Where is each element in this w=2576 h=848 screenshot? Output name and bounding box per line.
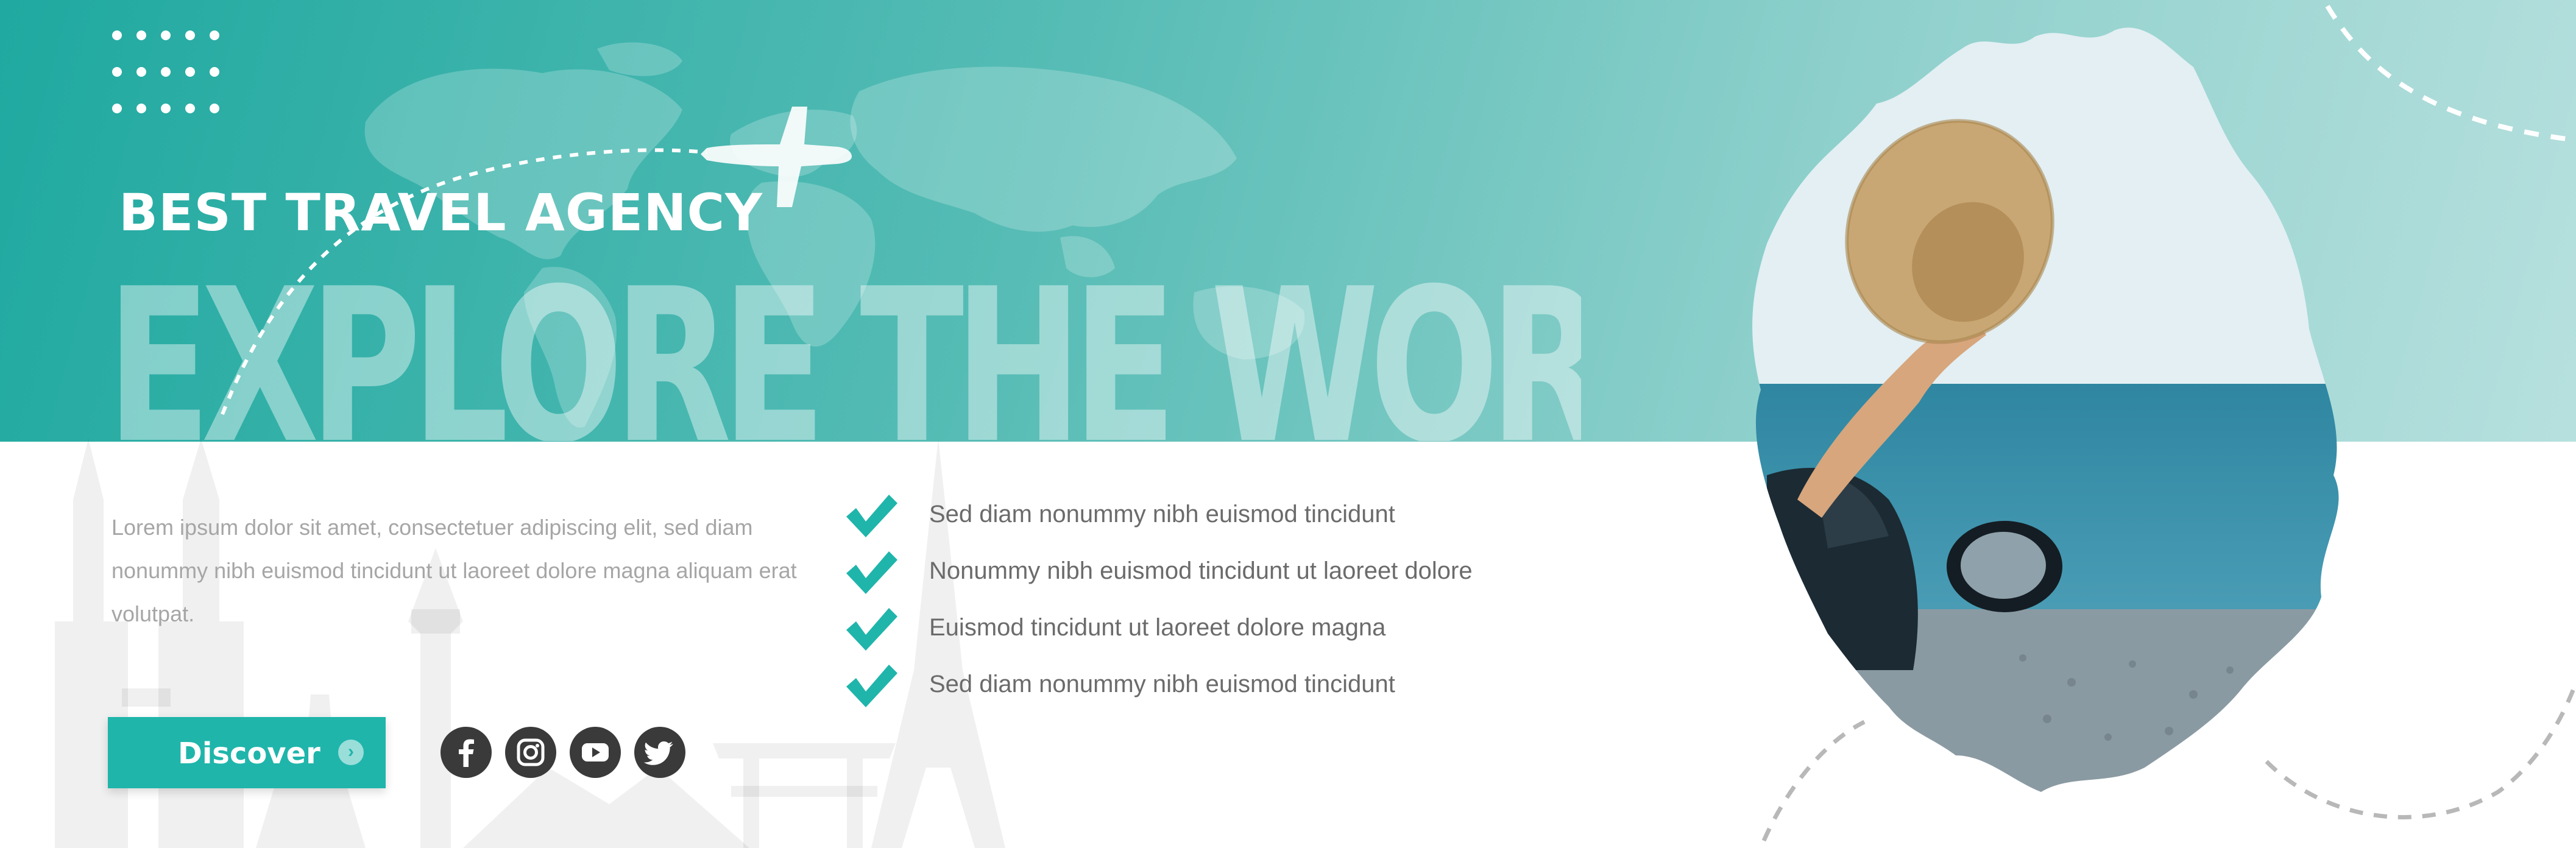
facebook-icon[interactable] (441, 727, 492, 778)
chevron-right-icon: › (338, 740, 364, 765)
check-icon (846, 665, 897, 707)
check-icon (846, 608, 897, 651)
instagram-icon[interactable] (505, 727, 556, 778)
discover-label: Discover (178, 737, 320, 771)
eyebrow-title: BEST TRAVEL AGENCY (119, 183, 763, 242)
list-item: Nonummy nibh euismod tincidunt ut laoree… (844, 544, 1636, 601)
list-item: Euismod tincidunt ut laoreet dolore magn… (844, 601, 1636, 657)
list-item: Sed diam nonummy nibh euismod tincidunt (844, 487, 1636, 544)
list-item: Sed diam nonummy nibh euismod tincidunt (844, 657, 1636, 714)
discover-button[interactable]: Discover › (108, 717, 386, 788)
feature-text: Nonummy nibh euismod tincidunt ut laoree… (929, 557, 1473, 584)
travel-banner: BEST TRAVEL AGENCY EXPLORE THE WORLD Lor… (0, 0, 2576, 848)
feature-text: Euismod tincidunt ut laoreet dolore magn… (929, 614, 1386, 641)
feature-list: Sed diam nonummy nibh euismod tincidunt … (844, 487, 1636, 714)
check-icon (846, 495, 897, 537)
intro-paragraph: Lorem ipsum dolor sit amet, consectetuer… (111, 515, 797, 626)
headline-text: EXPLORE THE WORLD (107, 244, 1581, 441)
headline: EXPLORE THE WORLD (107, 236, 1581, 441)
youtube-icon[interactable] (570, 727, 621, 778)
feature-text: Sed diam nonummy nibh euismod tincidunt (929, 501, 1395, 528)
check-icon (846, 551, 897, 594)
dot-grid (112, 30, 219, 113)
twitter-icon[interactable] (634, 727, 685, 778)
feature-text: Sed diam nonummy nibh euismod tincidunt (929, 671, 1395, 698)
travel-photo (1752, 27, 2339, 793)
